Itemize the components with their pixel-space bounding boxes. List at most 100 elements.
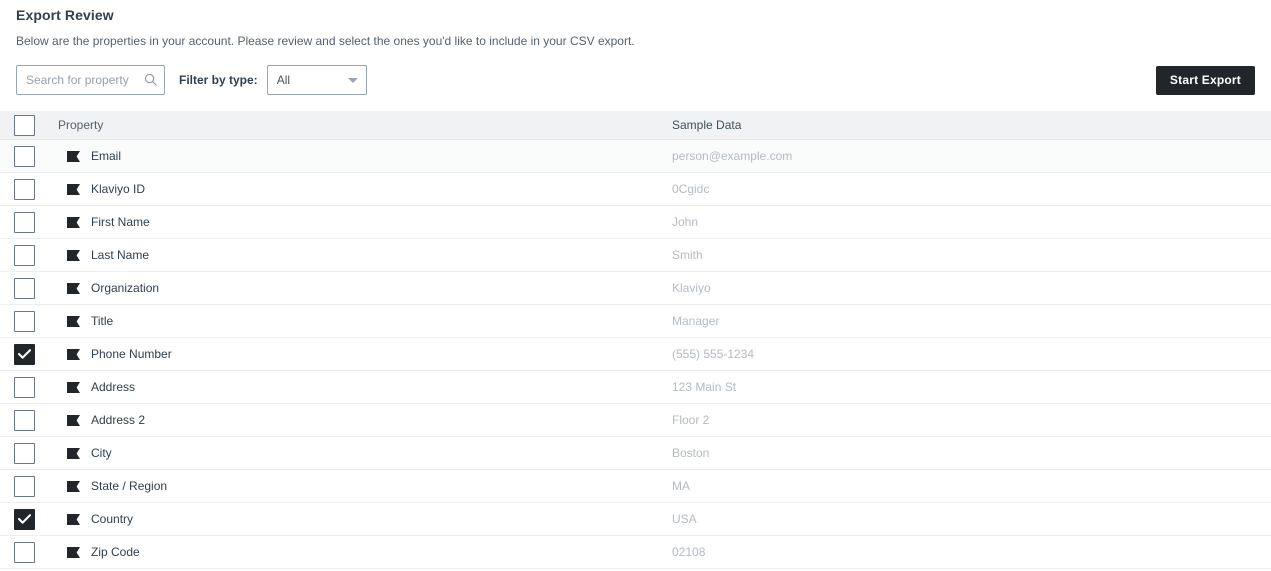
tag-icon xyxy=(67,414,80,426)
tag-icon xyxy=(67,447,80,459)
table-row[interactable]: Address 2 Floor 2 xyxy=(0,404,1271,437)
sample-data-cell: Floor 2 xyxy=(672,413,710,427)
page-header: Export Review Below are the properties i… xyxy=(0,0,1271,49)
page-subtitle: Below are the properties in your account… xyxy=(16,34,635,48)
row-select-cell xyxy=(0,343,56,365)
table-row[interactable]: Zip Code 02108 xyxy=(0,536,1271,569)
sample-data-cell: 02108 xyxy=(672,545,706,559)
sample-data-cell: John xyxy=(672,215,699,229)
property-cell: Phone Number xyxy=(56,347,672,361)
toolbar: Filter by type: All Start Export xyxy=(0,65,1271,95)
search-field-wrapper xyxy=(16,65,165,95)
tag-icon xyxy=(67,216,80,228)
property-label: Email xyxy=(91,149,122,163)
table-row[interactable]: State / Region MA xyxy=(0,470,1271,503)
property-cell: Country xyxy=(56,512,672,526)
row-checkbox[interactable] xyxy=(14,244,35,266)
property-label: Last Name xyxy=(91,248,150,262)
properties-table: Property Sample Data Email person@example… xyxy=(0,111,1271,569)
row-checkbox[interactable] xyxy=(14,508,35,530)
row-select-cell xyxy=(0,409,56,431)
property-cell: Address 2 xyxy=(56,413,672,427)
property-cell: Title xyxy=(56,314,672,328)
sample-data-cell: Klaviyo xyxy=(672,281,711,295)
table-row[interactable]: Last Name Smith xyxy=(0,239,1271,272)
property-cell: State / Region xyxy=(56,479,672,493)
property-cell: Organization xyxy=(56,281,672,295)
sample-data-cell: Smith xyxy=(672,248,703,262)
row-checkbox[interactable] xyxy=(14,343,35,365)
row-select-cell xyxy=(0,508,56,530)
table-row[interactable]: Email person@example.com xyxy=(0,140,1271,173)
row-select-cell xyxy=(0,277,56,299)
tag-icon xyxy=(67,513,80,525)
property-label: Organization xyxy=(91,281,160,295)
row-checkbox[interactable] xyxy=(14,310,35,332)
property-label: Address xyxy=(91,380,136,394)
table-row[interactable]: Address 123 Main St xyxy=(0,371,1271,404)
select-all-checkbox[interactable] xyxy=(14,114,35,136)
property-cell: Klaviyo ID xyxy=(56,182,672,196)
filter-type-select-wrapper: All xyxy=(266,65,367,95)
sample-data-cell: 123 Main St xyxy=(672,380,737,394)
row-checkbox[interactable] xyxy=(14,541,35,563)
search-input[interactable] xyxy=(16,65,165,95)
tag-icon xyxy=(67,249,80,261)
filter-by-type-label: Filter by type: xyxy=(179,73,258,87)
tag-icon xyxy=(67,315,80,327)
row-checkbox[interactable] xyxy=(14,145,35,167)
row-checkbox[interactable] xyxy=(14,442,35,464)
property-cell: Zip Code xyxy=(56,545,672,559)
tag-icon xyxy=(67,546,80,558)
sample-data-cell: USA xyxy=(672,512,697,526)
tag-icon xyxy=(67,348,80,360)
filter-type-select[interactable]: All xyxy=(266,65,367,95)
check-icon xyxy=(18,349,31,359)
tag-icon xyxy=(67,150,80,162)
sample-data-cell: (555) 555-1234 xyxy=(672,347,755,361)
row-select-cell xyxy=(0,178,56,200)
row-checkbox[interactable] xyxy=(14,211,35,233)
tag-icon xyxy=(67,183,80,195)
property-label: Phone Number xyxy=(91,347,172,361)
row-checkbox[interactable] xyxy=(14,277,35,299)
table-row[interactable]: Organization Klaviyo xyxy=(0,272,1271,305)
table-row[interactable]: City Boston xyxy=(0,437,1271,470)
table-row[interactable]: First Name John xyxy=(0,206,1271,239)
property-cell: Email xyxy=(56,149,672,163)
row-select-cell xyxy=(0,211,56,233)
table-header-row: Property Sample Data xyxy=(0,111,1271,140)
property-label: State / Region xyxy=(91,479,168,493)
row-checkbox[interactable] xyxy=(14,409,35,431)
row-select-cell xyxy=(0,244,56,266)
table-row[interactable]: Klaviyo ID 0Cgidc xyxy=(0,173,1271,206)
row-select-cell xyxy=(0,310,56,332)
table-body: Email person@example.com Klaviyo ID 0Cgidc F… xyxy=(0,140,1271,569)
row-select-cell xyxy=(0,376,56,398)
row-checkbox[interactable] xyxy=(14,376,35,398)
property-cell: Last Name xyxy=(56,248,672,262)
sample-data-cell: person@example.com xyxy=(672,149,793,163)
column-header-property: Property xyxy=(58,118,104,132)
row-select-cell xyxy=(0,475,56,497)
table-row[interactable]: Phone Number (555) 555-1234 xyxy=(0,338,1271,371)
property-label: City xyxy=(91,446,112,460)
check-icon xyxy=(18,514,31,524)
export-review-page: Export Review Below are the properties i… xyxy=(0,0,1271,571)
tag-icon xyxy=(67,282,80,294)
row-checkbox[interactable] xyxy=(14,475,35,497)
tag-icon xyxy=(67,381,80,393)
property-cell: Address xyxy=(56,380,672,394)
sample-data-cell: MA xyxy=(672,479,690,493)
sample-data-cell: 0Cgidc xyxy=(672,182,710,196)
property-label: First Name xyxy=(91,215,150,229)
table-row[interactable]: Country USA xyxy=(0,503,1271,536)
table-row[interactable]: Title Manager xyxy=(0,305,1271,338)
start-export-button[interactable]: Start Export xyxy=(1155,65,1255,95)
row-select-cell xyxy=(0,145,56,167)
sample-data-cell: Manager xyxy=(672,314,720,328)
row-checkbox[interactable] xyxy=(14,178,35,200)
property-label: Address 2 xyxy=(91,413,146,427)
select-all-cell xyxy=(0,114,56,136)
column-header-sample-data: Sample Data xyxy=(672,118,742,132)
